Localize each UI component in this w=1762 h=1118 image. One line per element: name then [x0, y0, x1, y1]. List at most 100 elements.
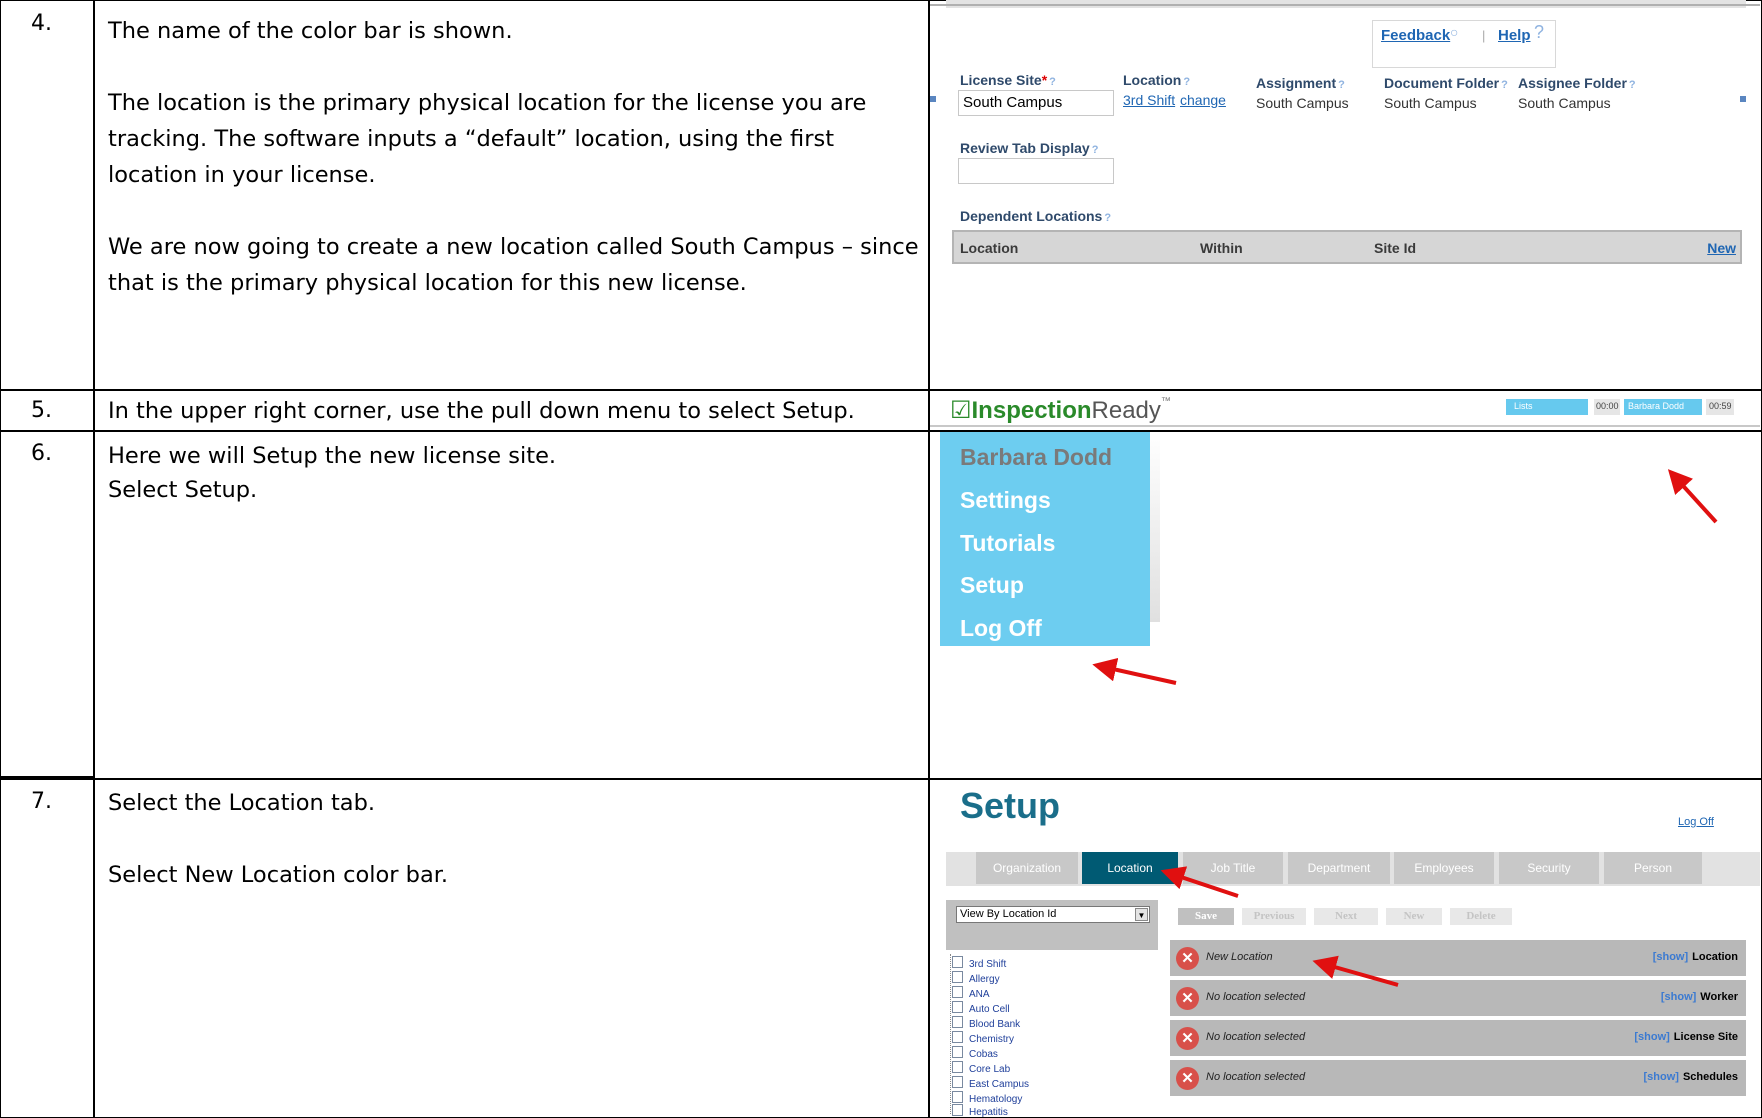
tree-item[interactable]: ANA — [952, 986, 990, 1000]
view-select[interactable]: View By Location Id ▼ — [956, 906, 1150, 923]
new-button[interactable]: New — [1386, 908, 1442, 925]
paragraph: Select the Location tab. — [108, 790, 376, 816]
tab-job-title[interactable]: Job Title — [1183, 852, 1283, 884]
user-menu-button[interactable]: Barbara Dodd — [1624, 399, 1702, 415]
next-button[interactable]: Next — [1314, 908, 1378, 925]
document-folder-value: South Campus — [1384, 95, 1477, 111]
close-icon: ✕ — [1176, 947, 1199, 970]
color-bar-location[interactable]: ✕ New Location [show] Location — [1170, 940, 1746, 976]
show-link[interactable]: [show] — [1634, 1031, 1669, 1043]
bar-label: No location selected — [1206, 991, 1306, 1003]
show-link[interactable]: [show] — [1661, 991, 1696, 1003]
row-7-number-cell: 7. — [0, 778, 95, 1118]
bar-label: New Location — [1206, 951, 1273, 963]
location-value-link[interactable]: 3rd Shift — [1123, 92, 1175, 108]
tree-item[interactable]: Core Lab — [952, 1061, 1010, 1075]
save-button[interactable]: Save — [1178, 908, 1234, 925]
previous-button[interactable]: Previous — [1242, 908, 1306, 925]
required-marker: * — [1041, 72, 1048, 88]
tree-item[interactable]: Chemistry — [952, 1031, 1014, 1045]
delete-button[interactable]: Delete — [1450, 908, 1512, 925]
menu-item-setup[interactable]: Setup — [960, 572, 1024, 599]
bar-section: Location — [1692, 951, 1738, 963]
tab-security[interactable]: Security — [1499, 852, 1599, 884]
row-number: 5. — [31, 398, 52, 423]
document-folder-label: Document Folder — [1384, 75, 1500, 91]
separator: | — [1482, 28, 1486, 43]
tab-organization[interactable]: Organization — [976, 852, 1078, 884]
tab-location[interactable]: Location — [1082, 852, 1178, 884]
menu-item-log-off[interactable]: Log Off — [960, 615, 1042, 642]
assignee-folder-value: South Campus — [1518, 95, 1611, 111]
tree-item[interactable]: Hematology — [952, 1091, 1022, 1105]
tab-department[interactable]: Department — [1288, 852, 1390, 884]
row-number: 4. — [31, 11, 52, 36]
tree-item[interactable]: Hepatitis — [952, 1104, 1008, 1118]
row-number: 6. — [31, 441, 52, 466]
tree-item[interactable]: Cobas — [952, 1046, 998, 1060]
session-timer: 00:59 — [1706, 399, 1734, 415]
help-icon: ? — [1091, 144, 1099, 156]
paragraph: The name of the color bar is shown. — [108, 18, 513, 44]
bar-section: Worker — [1700, 991, 1738, 1003]
close-icon: ✕ — [1176, 1027, 1199, 1050]
dependent-locations-label: Dependent Locations — [960, 208, 1103, 224]
show-link[interactable]: [show] — [1644, 1071, 1679, 1083]
chevron-down-icon: ▼ — [1135, 908, 1148, 921]
column-header: Location — [960, 240, 1019, 256]
review-tab-label: Review Tab Display — [960, 140, 1090, 156]
bar-label: No location selected — [1206, 1071, 1306, 1083]
dependent-locations-table-header: Location Within Site Id New — [952, 230, 1742, 264]
bar-label: No location selected — [1206, 1031, 1306, 1043]
tree-item[interactable]: 3rd Shift — [952, 956, 1006, 970]
row-7-text-cell: Select the Location tab. Select New Loca… — [93, 778, 930, 1118]
new-link[interactable]: New — [1707, 240, 1736, 256]
bar-section: License Site — [1673, 1031, 1738, 1043]
color-bar-schedules[interactable]: ✕ No location selected [show] Schedules — [1170, 1060, 1746, 1096]
color-bar-worker[interactable]: ✕ No location selected [show] Worker — [1170, 980, 1746, 1016]
row-4-text-cell: The name of the color bar is shown. The … — [93, 0, 930, 391]
timer: 00:00 — [1594, 399, 1620, 415]
assignment-label: Assignment — [1256, 75, 1337, 91]
check-icon: ☑ — [950, 397, 972, 424]
tree-item[interactable]: Auto Cell — [952, 1001, 1010, 1015]
user-menu-panel: Barbara Dodd Settings Tutorials Setup Lo… — [930, 432, 1760, 776]
paragraph: Here we will Setup the new license site. — [108, 443, 557, 469]
license-site-input[interactable]: South Campus — [958, 90, 1114, 116]
color-bar-license-site[interactable]: ✕ No location selected [show] License Sit… — [1170, 1020, 1746, 1056]
row-5-number-cell: 5. — [0, 389, 95, 432]
paragraph: Select Setup. — [108, 477, 258, 503]
help-icon: ? — [1183, 76, 1191, 88]
menu-item-username: Barbara Dodd — [960, 444, 1113, 470]
help-icon: ? — [1628, 79, 1636, 91]
assignee-folder-label: Assignee Folder — [1518, 75, 1627, 91]
location-change-link[interactable]: change — [1180, 92, 1226, 108]
tree-item[interactable]: Blood Bank — [952, 1016, 1020, 1030]
help-icon: ? — [1338, 79, 1345, 91]
tab-employees[interactable]: Employees — [1394, 852, 1494, 884]
log-off-link[interactable]: Log Off — [1678, 816, 1714, 828]
tab-person[interactable]: Person — [1604, 852, 1702, 884]
row-6-text-cell: Here we will Setup the new license site.… — [93, 430, 930, 780]
feedback-icon: ○ — [1450, 24, 1459, 40]
paragraph: The location is the primary physical loc… — [108, 90, 867, 188]
lists-button[interactable]: Lists — [1506, 399, 1588, 415]
help-icon: ? — [1049, 76, 1056, 88]
tree-item[interactable]: East Campus — [952, 1076, 1029, 1090]
app-header-panel: ☑InspectionReady™ Lists 00:00 Barbara Do… — [930, 391, 1760, 429]
tree-item[interactable]: Allergy — [952, 971, 1000, 985]
menu-item-settings[interactable]: Settings — [960, 487, 1051, 514]
feedback-link[interactable]: Feedback — [1381, 27, 1450, 44]
row-number: 7. — [31, 789, 52, 814]
show-link[interactable]: [show] — [1653, 951, 1688, 963]
column-header: Within — [1200, 240, 1243, 256]
location-label: Location — [1123, 72, 1182, 88]
assignment-value: South Campus — [1256, 95, 1349, 111]
paragraph: In the upper right corner, use the pull … — [108, 398, 855, 424]
menu-item-tutorials[interactable]: Tutorials — [960, 530, 1055, 557]
review-tab-input[interactable] — [958, 158, 1114, 184]
help-link[interactable]: Help — [1498, 27, 1531, 44]
help-icon: ? — [1104, 212, 1112, 224]
bar-section: Schedules — [1682, 1071, 1738, 1083]
row-4-number-cell: 4. — [0, 0, 95, 391]
